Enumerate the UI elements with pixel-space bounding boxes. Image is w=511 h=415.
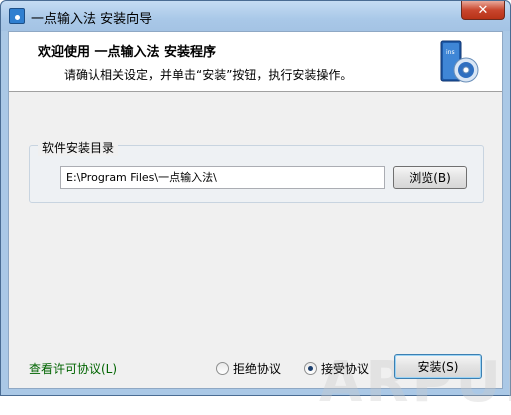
install-button[interactable]: 安装(S)	[394, 354, 482, 379]
install-dir-label: 软件安装目录	[38, 139, 119, 156]
decline-radio-circle[interactable]	[216, 362, 229, 375]
installer-box-label: ins	[446, 49, 455, 56]
window-title: 一点输入法 安装向导	[31, 12, 153, 27]
close-button[interactable]: ✕	[461, 1, 505, 20]
accept-radio-circle[interactable]	[304, 362, 317, 375]
install-path-input[interactable]: E:\Program Files\一点输入法\	[60, 166, 385, 189]
header-title: 欢迎使用 一点输入法 安装程序	[38, 45, 217, 60]
decline-radio-label: 拒绝协议	[233, 362, 282, 376]
installer-box-icon: ins	[440, 40, 479, 83]
app-icon	[9, 8, 25, 24]
installer-window: 一点输入法 安装向导 ✕ 欢迎使用 一点输入法 安装程序 请确认相关设定，并单击…	[0, 0, 511, 415]
accept-license-radio[interactable]: 接受协议	[304, 360, 369, 377]
title-bar[interactable]: 一点输入法 安装向导 ✕	[1, 1, 510, 31]
dialog-client-area: 欢迎使用 一点输入法 安装程序 请确认相关设定，并单击“安装”按钮，执行安装操作…	[8, 31, 511, 415]
decline-license-radio[interactable]: 拒绝协议	[216, 360, 281, 377]
browse-button[interactable]: 浏览(B)	[393, 166, 467, 189]
accept-radio-label: 接受协议	[321, 362, 370, 376]
view-license-link[interactable]: 查看许可协议(L)	[29, 360, 117, 377]
header-subtitle: 请确认相关设定，并单击“安装”按钮，执行安装操作。	[64, 68, 353, 82]
header-band: 欢迎使用 一点输入法 安装程序 请确认相关设定，并单击“安装”按钮，执行安装操作…	[9, 32, 502, 92]
